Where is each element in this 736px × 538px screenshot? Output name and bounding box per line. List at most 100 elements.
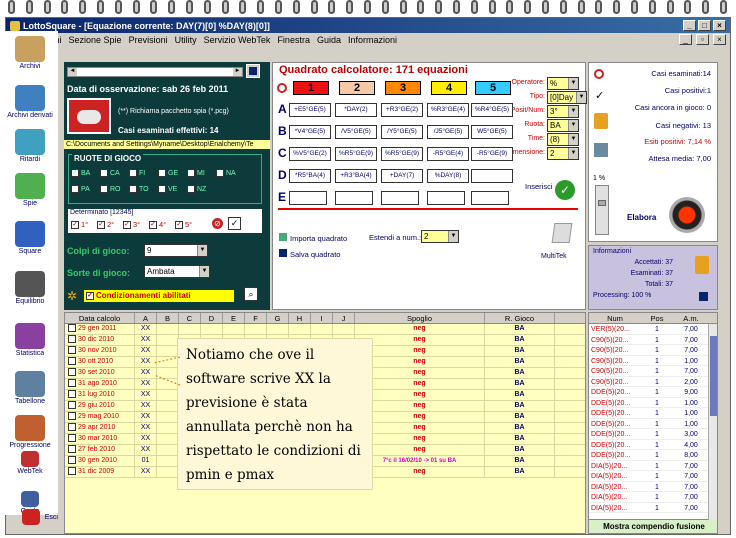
column-header[interactable]: A: [135, 313, 157, 323]
minimize-button[interactable]: _: [683, 20, 696, 31]
mdi-minimize-button[interactable]: _: [679, 34, 692, 45]
equation-cell[interactable]: %R4°GE(5): [471, 103, 513, 117]
column-header[interactable]: B: [157, 313, 179, 323]
ruota-select[interactable]: BA ▼: [547, 119, 579, 132]
equation-cell[interactable]: /V5°GE(5): [335, 125, 377, 139]
column-header[interactable]: G: [267, 313, 289, 323]
fusion-row[interactable]: C90(5)(20... 1 2,00: [589, 377, 717, 387]
equation-cell[interactable]: W5°GE(5): [471, 125, 513, 139]
fusion-column-header[interactable]: Pos: [641, 313, 673, 323]
stop-icon[interactable]: [277, 83, 287, 93]
fusion-row[interactable]: DIA(5)(20... 1 7,00: [589, 492, 717, 503]
row-checkbox[interactable]: [68, 412, 76, 421]
fusion-row[interactable]: DIA(5)(20... 1 7,00: [589, 482, 717, 492]
fusion-row[interactable]: C90(5)(20... 1 1,00: [589, 356, 717, 366]
column-header[interactable]: F: [245, 313, 267, 323]
save-icon-info[interactable]: [699, 292, 708, 301]
column-button-4[interactable]: 4: [431, 81, 467, 95]
equation-cell[interactable]: %V5°GE(2): [289, 147, 331, 161]
fusion-row[interactable]: DDE(5)(20... 1 8,00: [589, 450, 717, 461]
estendi-select[interactable]: 2 ▼: [421, 230, 459, 243]
elabora-button[interactable]: [669, 197, 705, 233]
determinato-checkbox[interactable]: ✓ 2°: [97, 220, 123, 230]
sidebar-item-progressione[interactable]: Progressione: [2, 415, 58, 449]
equation-cell[interactable]: /Y5°GE(5): [381, 125, 423, 139]
column-button-1[interactable]: 1: [293, 81, 329, 95]
ruota-checkbox-ge[interactable]: GE: [158, 169, 187, 178]
row-checkbox[interactable]: [68, 423, 76, 432]
row-checkbox[interactable]: [68, 357, 76, 366]
equation-cell[interactable]: -R5°GE(4): [427, 147, 469, 161]
equation-cell[interactable]: +DAY(7): [381, 169, 423, 183]
column-header[interactable]: I: [311, 313, 333, 323]
tipo-select[interactable]: [0]Day ▼: [547, 91, 587, 104]
ruota-checkbox-ro[interactable]: RO: [100, 185, 129, 194]
fusion-row[interactable]: C90(5)(20... 1 7,00: [589, 335, 717, 345]
fusion-row[interactable]: VER(5)(20... 1 7,00: [589, 324, 717, 335]
row-checkbox[interactable]: [68, 368, 76, 377]
fusion-row[interactable]: C90(5)(20... 1 7,00: [589, 345, 717, 356]
conditions-toggle[interactable]: ✓ Condizionamenti abilitati: [84, 290, 234, 302]
close-button[interactable]: ×: [713, 20, 726, 31]
sidebar-item-esci[interactable]: Esci: [2, 509, 58, 526]
menu-item[interactable]: Guida: [317, 35, 341, 45]
compendio-button[interactable]: Mostra compendio fusione: [589, 519, 717, 533]
import-button[interactable]: Importa quadrato: [279, 233, 347, 243]
sidebar-item-ritardi[interactable]: Ritardi: [2, 129, 58, 163]
date-scrollbar[interactable]: ◄ ►: [67, 67, 243, 77]
row-checkbox[interactable]: [68, 445, 76, 454]
fusion-row[interactable]: DDE(5)(20... 1 3,00: [589, 429, 717, 440]
confirm-check-button[interactable]: ✓: [228, 217, 241, 230]
ruota-checkbox-ve[interactable]: VE: [158, 185, 187, 194]
menu-item[interactable]: Informazioni: [348, 35, 397, 45]
equation-cell[interactable]: [471, 191, 509, 205]
equation-cell[interactable]: +E5°GE(5): [289, 103, 331, 117]
sidebar-item-webtek[interactable]: WebTek: [2, 451, 58, 475]
colpi-select[interactable]: 9 ▼: [144, 244, 208, 257]
sidebar-item-archivi-derivati[interactable]: Archivi derivati: [2, 85, 58, 119]
equation-cell[interactable]: [289, 191, 327, 205]
table-row[interactable]: 29 gen 2011 XX neg BA: [65, 324, 585, 335]
sidebar-item-statistica[interactable]: Statistica: [2, 323, 58, 357]
save-square-button[interactable]: Salva quadrato: [279, 249, 340, 259]
equation-cell[interactable]: %R5°GE(9): [381, 147, 423, 161]
equation-cell[interactable]: [381, 191, 419, 205]
equation-cell[interactable]: *DAY(2): [335, 103, 377, 117]
column-header[interactable]: Spoglio: [355, 313, 485, 323]
row-checkbox[interactable]: [68, 401, 76, 410]
path-field[interactable]: C:\Documents and Settings\Myname\Desktop…: [64, 140, 270, 149]
equation-cell[interactable]: *V4°GE(5): [289, 125, 331, 139]
fusion-scrollbar[interactable]: [708, 324, 717, 520]
mdi-restore-button[interactable]: ▫: [696, 34, 709, 45]
row-checkbox[interactable]: [68, 434, 76, 443]
fusion-row[interactable]: DDE(5)(20... 1 4,00: [589, 440, 717, 450]
determinato-checkbox[interactable]: ✓ 1°: [71, 220, 97, 230]
fusion-row[interactable]: DDE(5)(20... 1 1,00: [589, 398, 717, 408]
fusion-column-header[interactable]: A.m.: [673, 313, 709, 323]
sorte-select[interactable]: Ambata ▼: [144, 265, 210, 278]
fusion-row[interactable]: DDE(5)(20... 1 1,00: [589, 408, 717, 419]
multitek-icon[interactable]: [549, 223, 575, 247]
ruota-checkbox-ba[interactable]: ✓ BA: [71, 169, 100, 178]
clear-icon[interactable]: ⊘: [212, 218, 223, 229]
ruota-checkbox-na[interactable]: NA: [216, 169, 245, 178]
equation-cell[interactable]: /J5°GE(5): [427, 125, 469, 139]
row-checkbox[interactable]: [68, 335, 76, 344]
row-checkbox[interactable]: [68, 467, 76, 476]
sidebar-item-archivi[interactable]: Archivi: [2, 36, 58, 70]
ruota-checkbox-fi[interactable]: FI: [129, 169, 158, 178]
column-header[interactable]: C: [179, 313, 201, 323]
sidebar-item-tabellone[interactable]: Tabellone: [2, 371, 58, 405]
column-header[interactable]: E: [223, 313, 245, 323]
column-header[interactable]: H: [289, 313, 311, 323]
equation-cell[interactable]: [335, 191, 373, 205]
row-checkbox[interactable]: [68, 346, 76, 355]
mdi-close-button[interactable]: ×: [713, 34, 726, 45]
equation-cell[interactable]: %R5°GE(9): [335, 147, 377, 161]
equation-cell[interactable]: %DAY(8): [427, 169, 469, 183]
dim-select[interactable]: 2 ▼: [547, 147, 579, 160]
stop-icon-right[interactable]: [594, 69, 604, 79]
equation-cell[interactable]: -R5°GE(9): [471, 147, 513, 161]
determinato-checkbox[interactable]: ✓ 5°: [175, 220, 201, 230]
posnum-select[interactable]: 3° ▼: [547, 105, 579, 118]
